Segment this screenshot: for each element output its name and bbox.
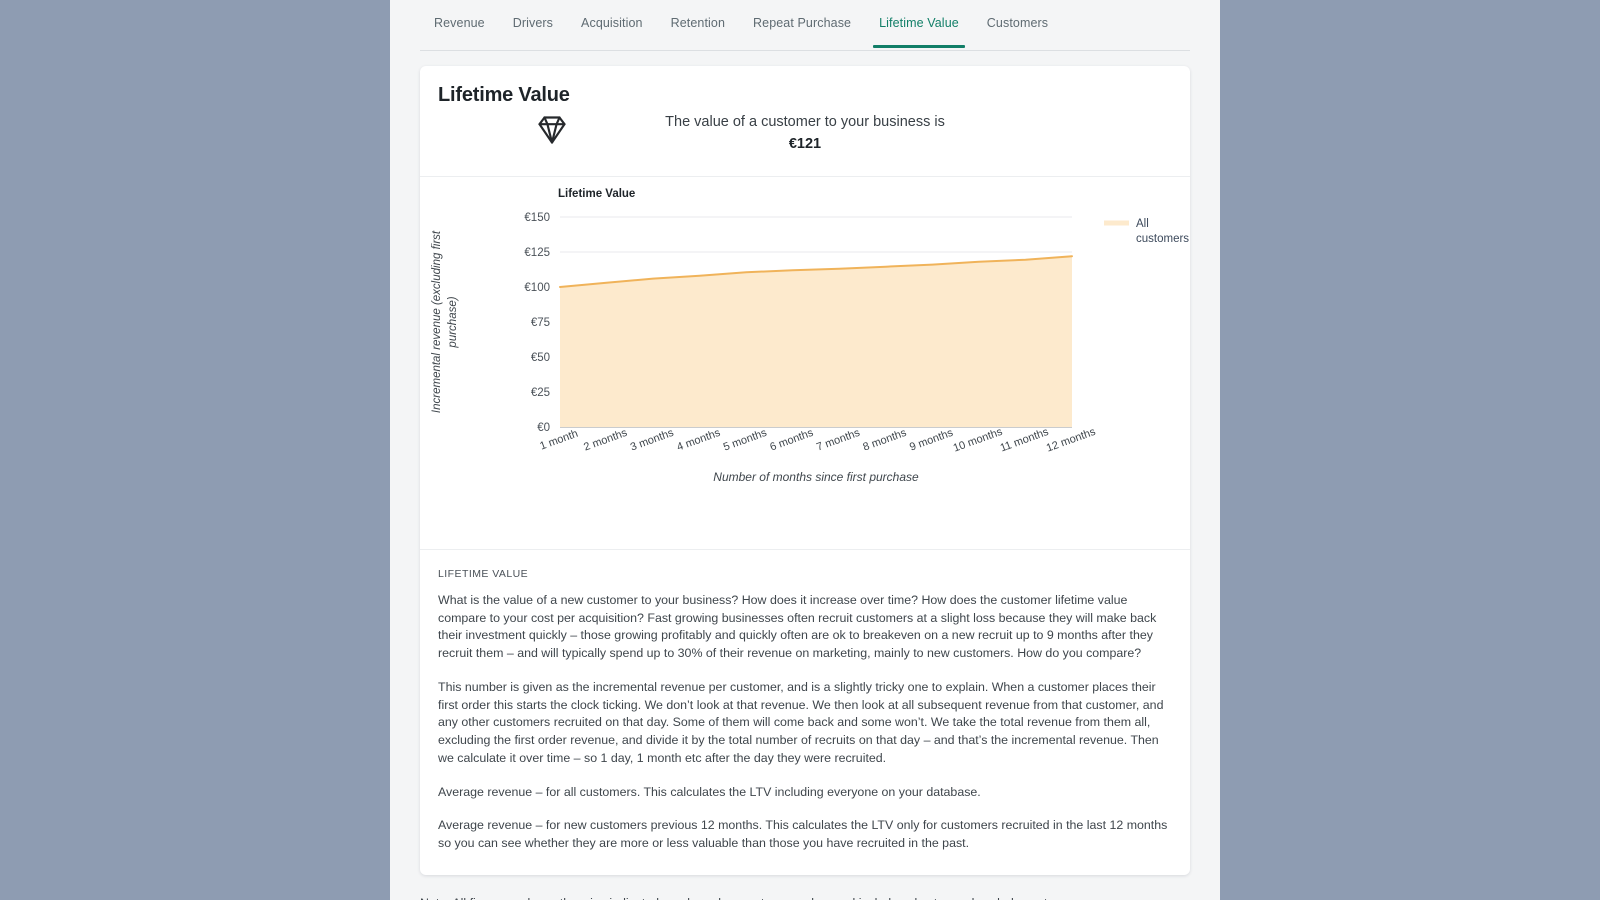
svg-text:8 months: 8 months	[861, 427, 908, 454]
svg-text:€125: €125	[524, 247, 550, 259]
lifetime-value-card: Lifetime Value The value of a customer t…	[420, 66, 1190, 875]
tab-customers[interactable]: Customers	[973, 16, 1062, 47]
screen-root: Revenue Drivers Acquisition Retention Re…	[0, 0, 1600, 900]
explanatory-copy: LIFETIME VALUE What is the value of a ne…	[420, 550, 1190, 875]
svg-text:Number of months since first p: Number of months since first purchase	[713, 470, 919, 484]
svg-text:€50: €50	[531, 352, 550, 364]
svg-text:€0: €0	[537, 422, 550, 434]
copy-paragraph-1: What is the value of a new customer to y…	[438, 593, 1157, 661]
copy-paragraph-3: Average revenue – for all customers. Thi…	[438, 784, 981, 799]
page-title: Lifetime Value	[438, 84, 570, 106]
kpi-label: The value of a customer to your business…	[665, 114, 945, 130]
svg-text:6 months: 6 months	[768, 427, 815, 454]
tab-retention[interactable]: Retention	[657, 16, 739, 47]
lifetime-value-area-chart[interactable]: Lifetime Value€0€25€50€75€100€125€1501 m…	[420, 177, 1190, 549]
kpi-value: €121	[788, 136, 822, 153]
copy-paragraph-4: Average revenue – for new customers prev…	[438, 818, 1168, 851]
svg-text:purchase): purchase)	[447, 296, 459, 348]
tab-acquisition[interactable]: Acquisition	[567, 16, 657, 47]
kpi-block: The value of a customer to your business…	[545, 111, 1065, 157]
copy-paragraph-2: This number is given as the incremental …	[438, 679, 1164, 765]
svg-text:12 months: 12 months	[1045, 426, 1098, 455]
svg-text:€150: €150	[524, 212, 550, 224]
svg-text:11 months: 11 months	[999, 426, 1051, 455]
svg-text:7 months: 7 months	[815, 427, 862, 454]
tab-lifetime-value[interactable]: Lifetime Value	[865, 16, 973, 48]
svg-text:Incremental revenue (excluding: Incremental revenue (excluding first	[431, 230, 443, 413]
svg-text:3 months: 3 months	[629, 427, 676, 454]
svg-text:€25: €25	[531, 387, 550, 399]
svg-text:2 months: 2 months	[582, 427, 629, 454]
svg-text:10 months: 10 months	[952, 426, 1005, 455]
tab-bar: Revenue Drivers Acquisition Retention Re…	[420, 0, 1190, 51]
tab-drivers[interactable]: Drivers	[499, 16, 567, 47]
svg-text:All: All	[1136, 218, 1149, 230]
svg-text:€100: €100	[524, 282, 550, 294]
svg-text:customers: customers	[1136, 233, 1189, 245]
page-container: Revenue Drivers Acquisition Retention Re…	[390, 0, 1220, 900]
copy-kicker: LIFETIME VALUE	[438, 568, 529, 580]
card-header: Lifetime Value The value of a customer t…	[420, 66, 1190, 177]
svg-text:€75: €75	[531, 317, 550, 329]
tab-repeat-purchase[interactable]: Repeat Purchase	[739, 16, 865, 47]
tab-revenue[interactable]: Revenue	[420, 16, 499, 47]
svg-text:5 months: 5 months	[722, 427, 769, 454]
footer-note: Note: All figures, unless otherwise indi…	[420, 895, 1190, 900]
chart-region: Lifetime Value €0 €25 €50 €75 €100 €125 €150 1 m…	[420, 177, 1190, 550]
svg-text:4 months: 4 months	[675, 427, 722, 454]
svg-text:9 months: 9 months	[908, 427, 955, 454]
svg-text:Lifetime Value: Lifetime Value	[558, 188, 635, 200]
